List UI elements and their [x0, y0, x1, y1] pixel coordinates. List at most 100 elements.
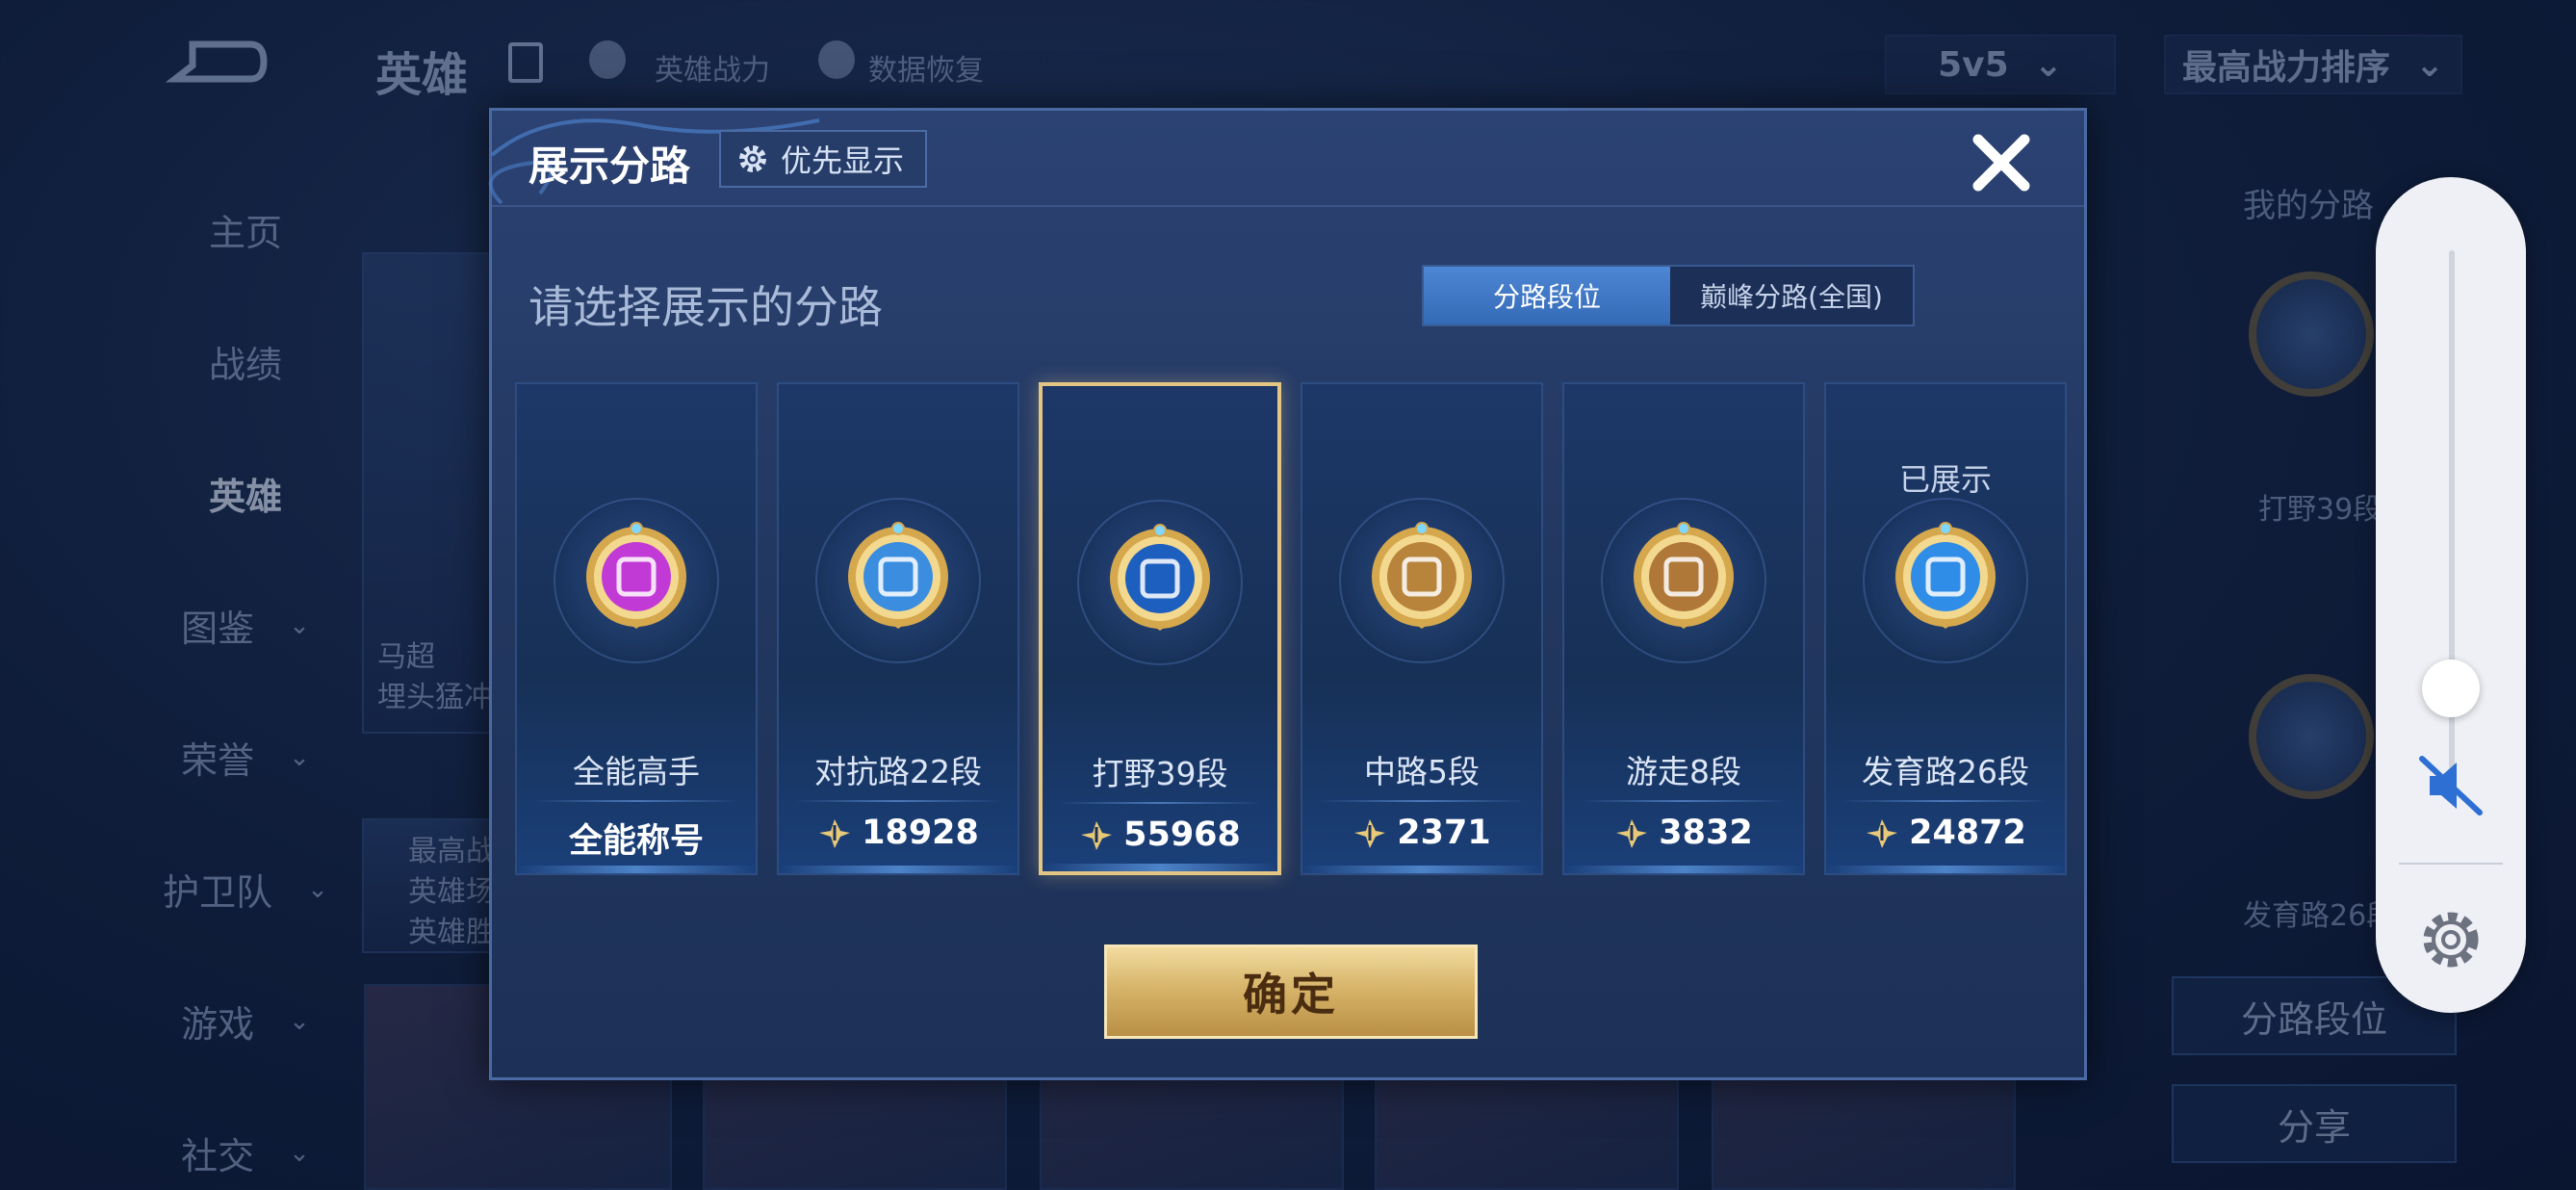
emblem-frame [1077, 500, 1243, 665]
lane-score: 55968 [1043, 815, 1277, 854]
my-lanes-title: 我的分路 [2243, 187, 2374, 225]
sidebar-item-record[interactable]: 战绩 [144, 296, 347, 427]
mode-select-value: 5v5 [1938, 44, 2009, 85]
sort-select[interactable]: 最高战力排序 ⌄ [2164, 35, 2462, 94]
hero-stat-3: 英雄胜 [408, 916, 495, 949]
sidebar-item-honor[interactable]: 荣誉 ⌄ [144, 691, 347, 823]
power-icon [1081, 821, 1113, 850]
jungle-rank-emblem [2249, 272, 2374, 397]
lane-rank-name: 全能高手 [573, 753, 700, 790]
dialog-header: 展示分路 优先显示 [492, 111, 2084, 207]
displayed-badge: 已展示 [1898, 461, 1992, 498]
card-glow [779, 866, 1018, 873]
jungle-emblem-icon [1110, 524, 1210, 631]
card-glow [1302, 866, 1541, 873]
hero-stat-1: 最高战 [408, 835, 495, 868]
sidebar-item-home[interactable]: 主页 [144, 164, 347, 296]
emblem-frame [1863, 498, 2028, 663]
priority-display-button[interactable]: 优先显示 [719, 130, 928, 188]
lane-rank-name: 游走8段 [1626, 753, 1741, 790]
emblem-frame [1601, 498, 1766, 663]
lane-score: 全能称号 [517, 814, 756, 863]
tab-lane-rank[interactable]: 分路段位 [1424, 267, 1670, 324]
chevron-down-icon: ⌄ [289, 1006, 310, 1036]
lane-score: 24872 [1826, 814, 2065, 852]
sidebar-item-codex[interactable]: 图鉴 ⌄ [144, 559, 347, 691]
sidebar-item-guard[interactable]: 护卫队 ⌄ [144, 823, 347, 955]
lane-score-value: 18928 [862, 814, 979, 852]
divider [1318, 800, 1526, 802]
card-glow [1043, 864, 1277, 871]
lane-score-value: 55968 [1123, 815, 1241, 854]
gear-icon [739, 145, 766, 172]
chevron-down-icon: ⌄ [2414, 44, 2445, 85]
divider [794, 800, 1002, 802]
lane-score-value: 全能称号 [568, 822, 704, 861]
card-glow [1826, 866, 2065, 873]
lane-card[interactable]: 对抗路22段 18928 [777, 382, 1019, 875]
power-icon [1867, 819, 1898, 848]
chevron-down-icon: ⌄ [307, 874, 328, 904]
sort-select-value: 最高战力排序 [2181, 48, 2390, 88]
lane-rank-name: 打野39段 [1092, 755, 1228, 792]
lane-card[interactable]: 中路5段 2371 [1301, 382, 1543, 875]
farm-lane-rank-emblem [2249, 674, 2374, 799]
chevron-down-icon: ⌄ [289, 1138, 310, 1168]
lane-rank-name: 中路5段 [1364, 753, 1480, 790]
lane-score-value: 2371 [1397, 814, 1491, 852]
share-button[interactable]: 分享 [2172, 1084, 2457, 1163]
lane-display-dialog: 展示分路 优先显示 请选择展示的分路 分路段位 巅峰分路(全国) 全能高手全能称… [488, 108, 2087, 1080]
close-icon[interactable] [1967, 128, 2036, 197]
restore-icon [818, 40, 855, 79]
data-restore-link[interactable]: 数据恢复 [868, 46, 984, 89]
chevron-down-icon: ⌄ [289, 610, 310, 640]
chevron-down-icon: ⌄ [289, 742, 310, 772]
back-arrow-icon[interactable] [164, 37, 270, 87]
sidebar-item-social[interactable]: 社交 ⌄ [144, 1087, 347, 1190]
confirm-button[interactable]: 确定 [1104, 944, 1478, 1039]
divider [1842, 800, 2049, 802]
power-icon [1354, 819, 1386, 848]
hero-power-link[interactable]: 英雄战力 [655, 46, 770, 89]
list-icon[interactable] [508, 42, 543, 83]
divider [532, 800, 740, 802]
lane-rank-name: 对抗路22段 [814, 753, 982, 790]
divider [2399, 863, 2503, 865]
divider [1058, 802, 1262, 804]
mid-lane-emblem-icon [1372, 522, 1472, 629]
page-title: 英雄 [375, 48, 469, 102]
sidebar-item-game[interactable]: 游戏 ⌄ [144, 955, 347, 1087]
sidebar-nav: 主页 战绩 英雄 图鉴 ⌄ 荣誉 ⌄ 护卫队 ⌄ 游戏 ⌄ 社交 ⌄ [144, 164, 347, 1190]
lane-card[interactable]: 游走8段 3832 [1562, 382, 1805, 875]
select-lane-prompt: 请选择展示的分路 [528, 281, 883, 333]
card-glow [1564, 866, 1803, 873]
right-rank-label-1: 打野39段 [2258, 493, 2383, 527]
lane-card-list: 全能高手 全能称号 对抗路22段 18928 打野39段 55968 中路5段 2371 游走8… [515, 382, 2067, 875]
dialog-title: 展示分路 [528, 142, 691, 190]
emblem-frame [554, 498, 719, 663]
chevron-down-icon: ⌄ [2033, 44, 2063, 85]
lane-score: 18928 [779, 814, 1018, 852]
priority-button-label: 优先显示 [781, 142, 905, 179]
hero-card-tag: 埋头猛冲 [377, 681, 493, 714]
allround-emblem-icon [586, 522, 686, 629]
helmet-icon [589, 40, 626, 79]
divider [1580, 800, 1788, 802]
tab-peak-lane[interactable]: 巅峰分路(全国) [1670, 267, 1913, 324]
lane-score: 2371 [1302, 814, 1541, 852]
speaker-muted-icon[interactable] [2414, 749, 2487, 822]
lane-card[interactable]: 全能高手 全能称号 [515, 382, 758, 875]
emblem-frame [1339, 498, 1505, 663]
gear-icon[interactable] [2414, 903, 2487, 976]
lane-score: 3832 [1564, 814, 1803, 852]
lane-card[interactable]: 已展示 发育路26段 24872 [1824, 382, 2067, 875]
lane-card[interactable]: 打野39段 55968 [1039, 382, 1281, 875]
lane-score-value: 24872 [1909, 814, 2026, 852]
roam-emblem-icon [1634, 522, 1734, 629]
volume-panel [2376, 177, 2526, 1013]
mode-select[interactable]: 5v5 ⌄ [1885, 35, 2116, 94]
volume-slider-knob[interactable] [2422, 659, 2480, 717]
right-rank-label-2: 发育路26段 [2243, 899, 2396, 933]
lane-score-value: 3832 [1659, 814, 1753, 852]
sidebar-item-hero[interactable]: 英雄 [144, 427, 347, 559]
